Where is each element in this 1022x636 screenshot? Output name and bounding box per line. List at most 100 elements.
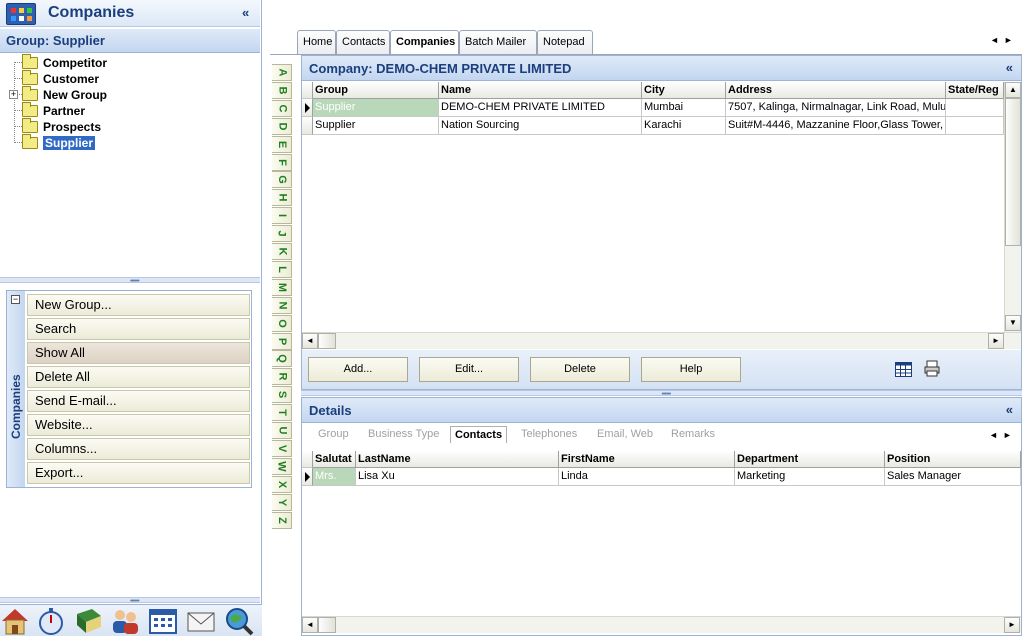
alpha-tab-f[interactable]: F	[272, 153, 292, 171]
alpha-tab-q[interactable]: Q	[272, 350, 292, 368]
tree-item-customer[interactable]: Customer	[22, 70, 99, 87]
detail-tab-group[interactable]: Group	[318, 428, 349, 440]
cell[interactable]: Supplier	[313, 99, 439, 117]
collapse-tasks-icon[interactable]: −	[11, 295, 20, 304]
cell[interactable]	[946, 117, 1004, 135]
main-splitter[interactable]: ••••••	[301, 390, 1022, 398]
scroll-up-icon[interactable]: ▲	[1005, 82, 1021, 98]
envelope-icon[interactable]	[186, 606, 216, 636]
collapse-left-icon[interactable]: «	[242, 5, 249, 20]
website-button[interactable]: Website...	[27, 414, 250, 436]
cell[interactable]: 7507, Kalinga, Nirmalnagar, Link Road, M…	[726, 99, 946, 117]
col-address[interactable]: Address	[726, 82, 946, 99]
alpha-tab-b[interactable]: B	[272, 81, 292, 99]
cell[interactable]: Lisa Xu	[356, 468, 559, 486]
alpha-tab-i[interactable]: I	[272, 207, 292, 225]
edit-button[interactable]: Edit...	[419, 357, 519, 382]
alpha-tab-v[interactable]: V	[272, 439, 292, 457]
help-button[interactable]: Help	[641, 357, 741, 382]
col-name[interactable]: Name	[439, 82, 642, 99]
tree-item-partner[interactable]: Partner	[22, 102, 85, 119]
collapse-details-icon[interactable]: «	[1006, 402, 1013, 417]
alpha-tab-o[interactable]: O	[272, 314, 292, 332]
col-department[interactable]: Department	[735, 451, 885, 468]
cell[interactable]	[946, 99, 1004, 117]
col-city[interactable]: City	[642, 82, 726, 99]
add-button[interactable]: Add...	[308, 357, 408, 382]
col-firstname[interactable]: FirstName	[559, 451, 735, 468]
tree-item-prospects[interactable]: Prospects	[22, 118, 101, 135]
alpha-tab-w[interactable]: W	[272, 457, 292, 475]
alpha-tab-z[interactable]: Z	[272, 511, 292, 529]
cell[interactable]: Marketing	[735, 468, 885, 486]
alpha-tab-m[interactable]: M	[272, 278, 292, 296]
scroll-down-icon[interactable]: ▼	[1005, 315, 1021, 331]
tree-item-new-group[interactable]: New Group	[22, 86, 107, 103]
col-position[interactable]: Position	[885, 451, 1021, 468]
alpha-tab-g[interactable]: G	[272, 171, 292, 189]
cell[interactable]: Supplier	[313, 117, 439, 135]
scroll-thumb[interactable]	[318, 617, 336, 633]
col-lastname[interactable]: LastName	[356, 451, 559, 468]
cell[interactable]: Mrs.	[313, 468, 356, 486]
alpha-tab-a[interactable]: A	[272, 64, 292, 81]
detail-tab-telephones[interactable]: Telephones	[521, 428, 577, 440]
col-state[interactable]: State/Reg	[946, 82, 1004, 99]
cell[interactable]: Mumbai	[642, 99, 726, 117]
show-all-button[interactable]: Show All	[27, 342, 250, 364]
tab-batch-mailer[interactable]: Batch Mailer	[459, 30, 537, 54]
left-splitter[interactable]: ••••••	[0, 277, 260, 285]
send-email-button[interactable]: Send E-mail...	[27, 390, 250, 412]
delete-button[interactable]: Delete	[530, 357, 630, 382]
detail-tab-remarks[interactable]: Remarks	[671, 428, 715, 440]
alpha-tab-n[interactable]: N	[272, 296, 292, 314]
col-salutation[interactable]: Salutat	[313, 451, 356, 468]
new-group-button[interactable]: New Group...	[27, 294, 250, 316]
tab-companies[interactable]: Companies	[390, 30, 459, 55]
scroll-right-icon[interactable]: ►	[988, 333, 1004, 349]
cell[interactable]: Suit#M-4446, Mazzanine Floor,Glass Tower…	[726, 117, 946, 135]
alpha-tab-d[interactable]: D	[272, 117, 292, 135]
tab-scroll-arrows-icon[interactable]: ◄►	[990, 35, 1018, 45]
calendar-icon[interactable]	[148, 606, 178, 636]
home-icon[interactable]	[0, 606, 30, 636]
expand-new-group-icon[interactable]: +	[9, 90, 18, 99]
alpha-tab-s[interactable]: S	[272, 386, 292, 404]
tab-home[interactable]: Home	[297, 30, 336, 54]
detail-tab-scroll-icon[interactable]: ◄►	[989, 430, 1017, 440]
detail-tab-contacts[interactable]: Contacts	[450, 426, 508, 443]
grid-view-icon[interactable]	[895, 362, 912, 377]
alpha-tab-t[interactable]: T	[272, 404, 292, 422]
alpha-tab-x[interactable]: X	[272, 475, 292, 493]
alpha-tab-e[interactable]: E	[272, 135, 292, 153]
alpha-tab-y[interactable]: Y	[272, 493, 292, 511]
search-button[interactable]: Search	[27, 318, 250, 340]
tree-item-competitor[interactable]: Competitor	[22, 54, 107, 71]
cell[interactable]: Linda	[559, 468, 735, 486]
scroll-left-icon[interactable]: ◄	[302, 333, 318, 349]
company-vscroll[interactable]: ▲ ▼	[1004, 82, 1021, 332]
alpha-tab-c[interactable]: C	[272, 99, 292, 117]
alpha-tab-h[interactable]: H	[272, 189, 292, 207]
alpha-tab-u[interactable]: U	[272, 422, 292, 439]
book-icon[interactable]	[74, 606, 104, 636]
bottom-splitter[interactable]: ••••••	[0, 597, 260, 605]
alpha-tab-r[interactable]: R	[272, 368, 292, 386]
stopwatch-icon[interactable]	[36, 606, 66, 636]
col-group[interactable]: Group	[313, 82, 439, 99]
columns-button[interactable]: Columns...	[27, 438, 250, 460]
delete-all-button[interactable]: Delete All	[27, 366, 250, 388]
alpha-tab-p[interactable]: P	[272, 332, 292, 350]
tree-item-supplier[interactable]: Supplier	[22, 134, 96, 151]
scroll-right-icon[interactable]: ►	[1004, 617, 1020, 633]
export-button[interactable]: Export...	[27, 462, 250, 484]
cell[interactable]: Nation Sourcing	[439, 117, 642, 135]
cell[interactable]: Karachi	[642, 117, 726, 135]
tab-contacts[interactable]: Contacts	[336, 30, 390, 54]
collapse-company-icon[interactable]: «	[1006, 60, 1013, 75]
detail-tab-business-type[interactable]: Business Type	[368, 428, 439, 440]
cell[interactable]: Sales Manager	[885, 468, 1021, 486]
company-hscroll[interactable]: ◄ ►	[302, 332, 1021, 349]
print-icon[interactable]	[924, 360, 940, 377]
scroll-left-icon[interactable]: ◄	[302, 617, 318, 633]
